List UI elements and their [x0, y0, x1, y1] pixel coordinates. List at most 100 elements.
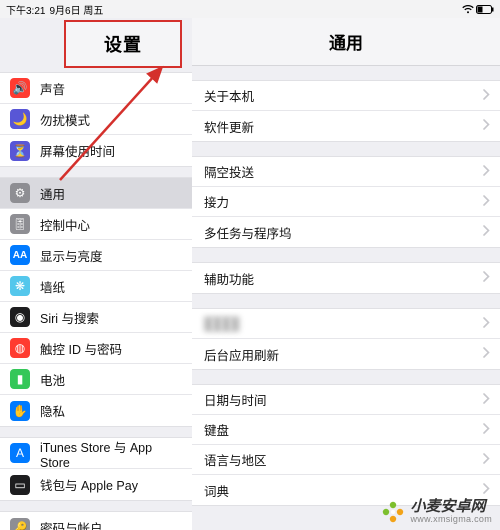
- key-icon: 🔑: [10, 518, 30, 530]
- sidebar-item-appstore[interactable]: AiTunes Store 与 App Store: [0, 438, 192, 469]
- detail-row-label: 软件更新: [204, 117, 254, 136]
- detail-row[interactable]: 日期与时间: [192, 385, 500, 415]
- chevron-right-icon: [483, 483, 490, 497]
- detail-row[interactable]: 关于本机: [192, 81, 500, 111]
- detail-row[interactable]: 键盘: [192, 415, 500, 445]
- chevron-right-icon: [483, 393, 490, 407]
- detail-pane: 通用 关于本机软件更新隔空投送接力多任务与程序坞辅助功能████后台应用刷新日期…: [192, 18, 500, 530]
- watermark-flower-icon: [381, 500, 405, 524]
- detail-group: 日期与时间键盘语言与地区词典: [192, 384, 500, 506]
- sidebar-item-touchid[interactable]: ◍ 触控 ID 与密码: [0, 333, 192, 364]
- sidebar-item-label: 触控 ID 与密码: [40, 339, 122, 358]
- sidebar-item-label: 通用: [40, 184, 65, 203]
- sidebar-item-siri[interactable]: ◉ Siri 与搜索: [0, 302, 192, 333]
- battery-icon: [476, 5, 494, 14]
- detail-row-label: 语言与地区: [204, 450, 267, 469]
- sidebar-item-flower[interactable]: ❋ 墙纸: [0, 271, 192, 302]
- gear-icon: ⚙: [10, 183, 30, 203]
- siri-icon: ◉: [10, 307, 30, 327]
- detail-group: 隔空投送接力多任务与程序坞: [192, 156, 500, 248]
- sidebar-item-battery[interactable]: ▮ 电池: [0, 364, 192, 395]
- hourglass-icon: ⏳: [10, 141, 30, 161]
- watermark: 小麦安卓网 www.xmsigma.com: [381, 499, 492, 524]
- appstore-icon: A: [10, 443, 30, 463]
- sidebar-item-label: Siri 与搜索: [40, 308, 99, 327]
- detail-row[interactable]: 后台应用刷新: [192, 339, 500, 369]
- settings-sidebar: 设置 🔊 声音 🌙 勿扰模式 ⏳ 屏幕使用时间 ⚙ 通用 🎚 控制中心 AA 显示与亮度 ❋ 墙纸 ◉ Sir…: [0, 18, 192, 530]
- detail-row-label: 隔空投送: [204, 162, 254, 181]
- detail-row[interactable]: 语言与地区: [192, 445, 500, 475]
- detail-row-label: 后台应用刷新: [204, 345, 279, 364]
- sidebar-item-key[interactable]: 🔑 密码与帐户: [0, 512, 192, 530]
- detail-row-label: 接力: [204, 192, 229, 211]
- detail-title: 通用: [192, 18, 500, 66]
- sound-icon: 🔊: [10, 78, 30, 98]
- sidebar-item-moon[interactable]: 🌙 勿扰模式: [0, 104, 192, 135]
- settings-title: 设置: [104, 31, 142, 57]
- sidebar-item-privacy[interactable]: ✋ 隐私: [0, 395, 192, 426]
- chevron-right-icon: [483, 347, 490, 361]
- detail-row[interactable]: 接力: [192, 187, 500, 217]
- status-time: 下午3:21: [6, 2, 45, 17]
- sidebar-item-label: 声音: [40, 79, 65, 98]
- detail-row[interactable]: 多任务与程序坞: [192, 217, 500, 247]
- status-date: 9月6日 周五: [49, 2, 103, 17]
- chevron-right-icon: [483, 119, 490, 133]
- sidebar-item-label: iTunes Store 与 App Store: [40, 437, 182, 470]
- chevron-right-icon: [483, 317, 490, 331]
- sidebar-item-label: 控制中心: [40, 215, 90, 234]
- sidebar-item-label: 电池: [40, 370, 65, 389]
- moon-icon: 🌙: [10, 109, 30, 129]
- wallet-icon: ▭: [10, 475, 30, 495]
- detail-row[interactable]: 隔空投送: [192, 157, 500, 187]
- sidebar-item-label: 墙纸: [40, 277, 65, 296]
- chevron-right-icon: [483, 271, 490, 285]
- detail-row[interactable]: 软件更新: [192, 111, 500, 141]
- flower-icon: ❋: [10, 276, 30, 296]
- detail-group: 关于本机软件更新: [192, 80, 500, 142]
- sidebar-item-switches[interactable]: 🎚 控制中心: [0, 209, 192, 240]
- chevron-right-icon: [483, 89, 490, 103]
- sidebar-item-display[interactable]: AA 显示与亮度: [0, 240, 192, 271]
- detail-row-label: 键盘: [204, 420, 229, 439]
- chevron-right-icon: [483, 453, 490, 467]
- display-icon: AA: [10, 245, 30, 265]
- detail-row[interactable]: 辅助功能: [192, 263, 500, 293]
- detail-row[interactable]: ████: [192, 309, 500, 339]
- privacy-icon: ✋: [10, 401, 30, 421]
- chevron-right-icon: [483, 225, 490, 239]
- battery-icon: ▮: [10, 369, 30, 389]
- chevron-right-icon: [483, 195, 490, 209]
- detail-row-label: ████: [204, 317, 239, 331]
- sidebar-item-label: 隐私: [40, 401, 65, 420]
- status-bar: 下午3:21 9月6日 周五: [0, 0, 500, 18]
- sidebar-item-label: 钱包与 Apple Pay: [40, 475, 138, 494]
- detail-row-label: 多任务与程序坞: [204, 223, 292, 242]
- detail-row-label: 辅助功能: [204, 269, 254, 288]
- detail-row-label: 关于本机: [204, 86, 254, 105]
- sidebar-item-label: 显示与亮度: [40, 246, 103, 265]
- switches-icon: 🎚: [10, 214, 30, 234]
- sidebar-group: 🔑 密码与帐户: [0, 511, 192, 530]
- detail-row-label: 词典: [204, 481, 229, 500]
- watermark-url: www.xmsigma.com: [410, 515, 492, 524]
- sidebar-item-sound[interactable]: 🔊 声音: [0, 73, 192, 104]
- sidebar-item-wallet[interactable]: ▭ 钱包与 Apple Pay: [0, 469, 192, 500]
- settings-title-box: 设置: [64, 20, 182, 68]
- sidebar-item-hourglass[interactable]: ⏳ 屏幕使用时间: [0, 135, 192, 166]
- chevron-right-icon: [483, 165, 490, 179]
- detail-row-label: 日期与时间: [204, 390, 267, 409]
- detail-group: 辅助功能: [192, 262, 500, 294]
- wifi-icon: [462, 5, 474, 14]
- sidebar-item-label: 勿扰模式: [40, 110, 90, 129]
- detail-group: ████ 后台应用刷新: [192, 308, 500, 370]
- sidebar-group: ⚙ 通用 🎚 控制中心 AA 显示与亮度 ❋ 墙纸 ◉ Siri 与搜索 ◍ 触控 ID 与密码 ▮ 电池…: [0, 177, 192, 427]
- chevron-right-icon: [483, 423, 490, 437]
- touchid-icon: ◍: [10, 338, 30, 358]
- sidebar-item-gear[interactable]: ⚙ 通用: [0, 178, 192, 209]
- sidebar-group: 🔊 声音 🌙 勿扰模式 ⏳ 屏幕使用时间: [0, 72, 192, 167]
- sidebar-group: AiTunes Store 与 App Store ▭ 钱包与 Apple Pay: [0, 437, 192, 501]
- sidebar-item-label: 密码与帐户: [40, 518, 103, 530]
- watermark-brand: 小麦安卓网: [410, 499, 492, 514]
- sidebar-item-label: 屏幕使用时间: [40, 141, 115, 160]
